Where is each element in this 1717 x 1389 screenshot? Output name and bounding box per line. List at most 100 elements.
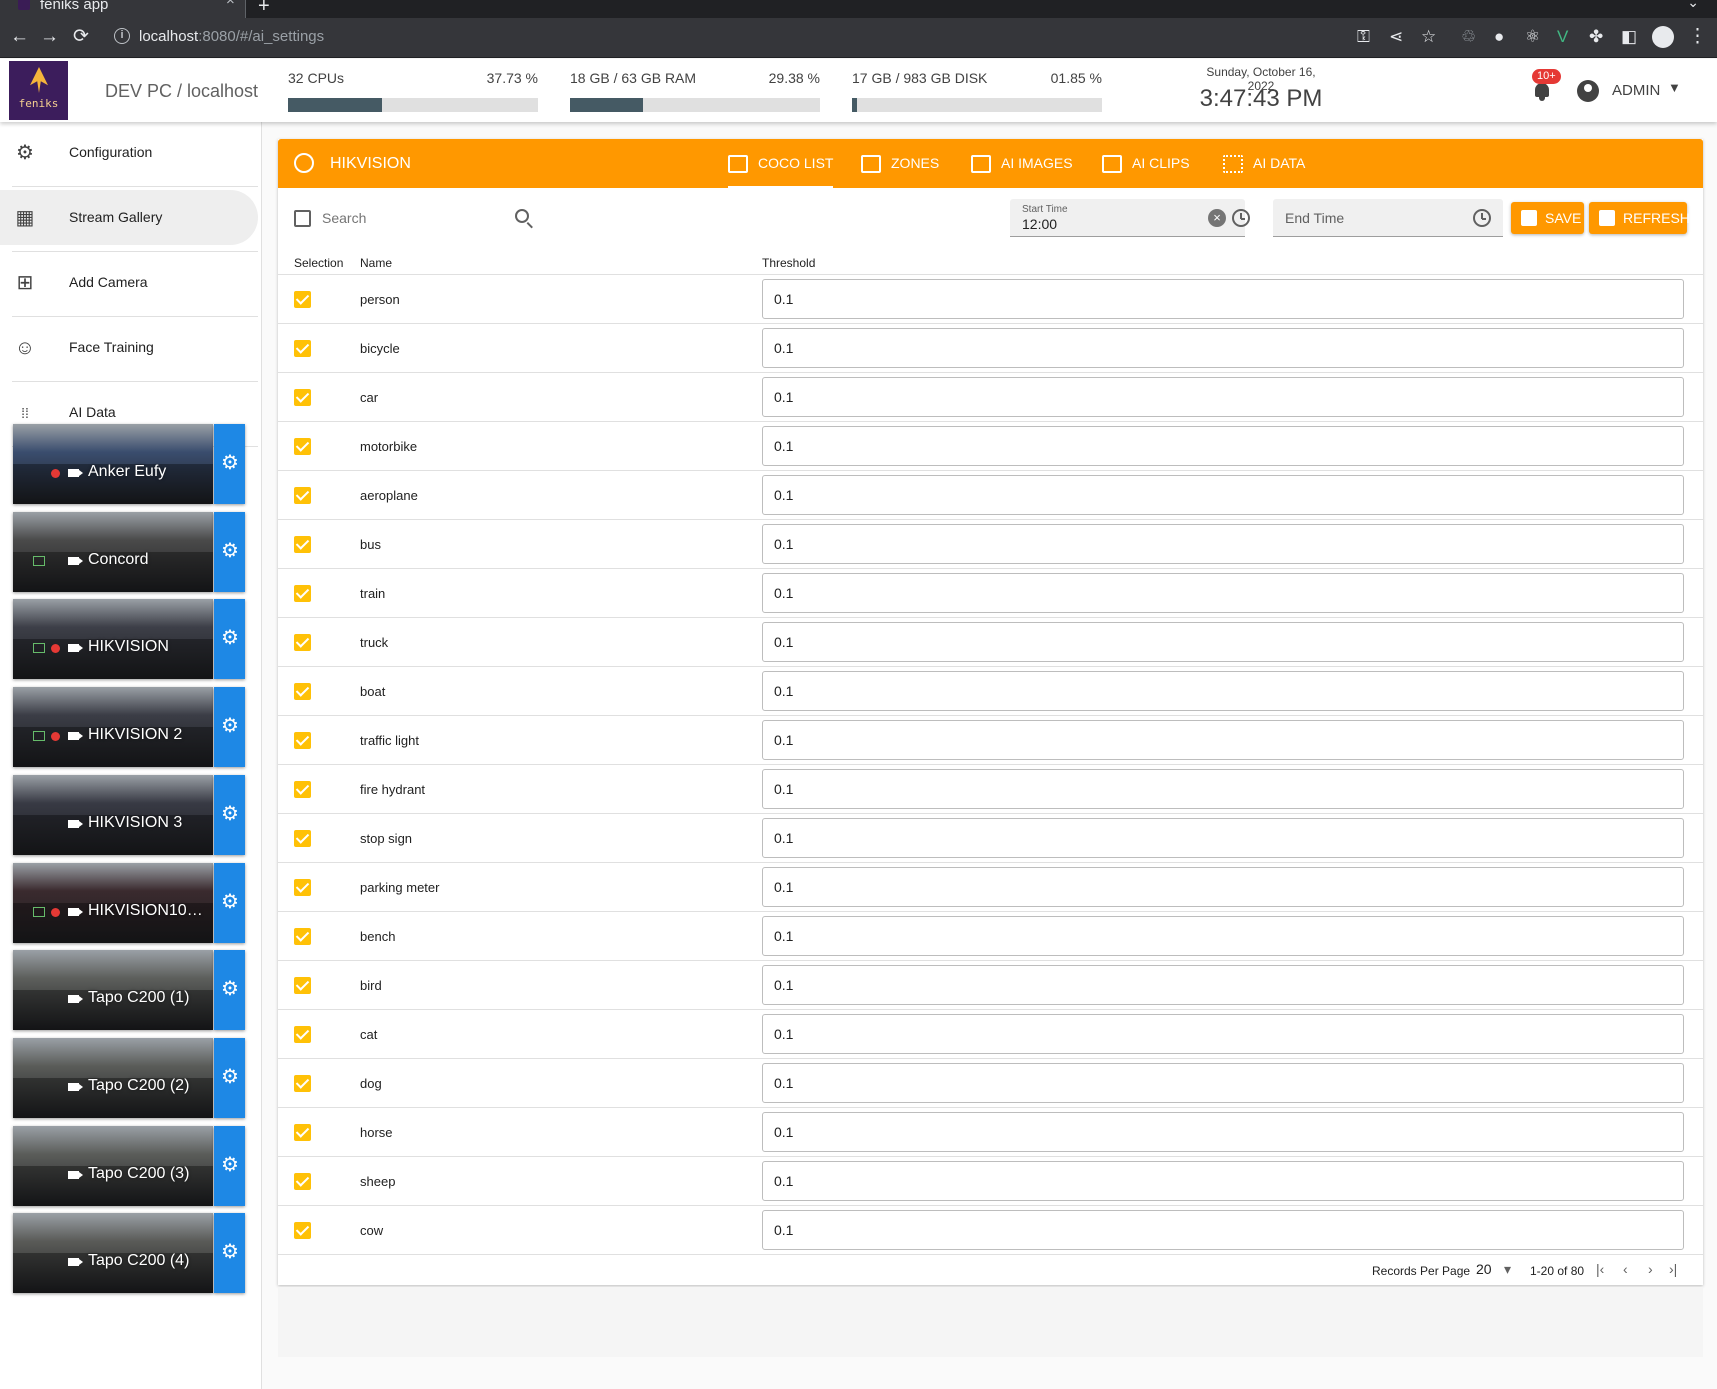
threshold-input[interactable] — [762, 1112, 1684, 1152]
threshold-input[interactable] — [762, 573, 1684, 613]
camera-thumbnail[interactable]: Tapo C200 (1) — [13, 950, 213, 1031]
tab-coco-list[interactable]: COCO LIST — [728, 139, 834, 188]
row-checkbox[interactable] — [294, 1173, 311, 1190]
clock-icon[interactable] — [1473, 209, 1491, 227]
notifications-bell-icon[interactable] — [1532, 81, 1552, 101]
column-header-selection[interactable]: Selection — [294, 256, 343, 270]
row-checkbox[interactable] — [294, 732, 311, 749]
row-checkbox[interactable] — [294, 977, 311, 994]
search-icon[interactable] — [515, 209, 529, 223]
threshold-input[interactable] — [762, 426, 1684, 466]
threshold-input[interactable] — [762, 377, 1684, 417]
search-input[interactable] — [322, 202, 482, 234]
row-checkbox[interactable] — [294, 879, 311, 896]
address-bar[interactable]: localhost:8080/#/ai_settings — [139, 28, 324, 46]
last-page-icon[interactable]: ›| — [1669, 1261, 1677, 1277]
camera-card[interactable]: Tapo C200 (4) ⚙ — [13, 1213, 245, 1294]
camera-thumbnail[interactable]: HIKVISION 3 — [13, 774, 213, 855]
camera-card[interactable]: Tapo C200 (3) ⚙ — [13, 1125, 245, 1206]
camera-card[interactable]: Tapo C200 (2) ⚙ — [13, 1037, 245, 1118]
camera-card[interactable]: HIKVISION 3 ⚙ — [13, 774, 245, 855]
row-checkbox[interactable] — [294, 781, 311, 798]
threshold-input[interactable] — [762, 916, 1684, 956]
profile-avatar-icon[interactable] — [1652, 26, 1674, 48]
sidebar-item-face-training[interactable]: ☺ Face Training — [0, 320, 261, 375]
camera-thumbnail[interactable]: Tapo C200 (4) — [13, 1213, 213, 1294]
camera-settings-button[interactable]: ⚙ — [214, 511, 245, 592]
account-circle-icon[interactable] — [1577, 80, 1599, 102]
first-page-icon[interactable]: |‹ — [1596, 1261, 1604, 1277]
tab-ai-images[interactable]: AI IMAGES — [971, 139, 1073, 188]
threshold-input[interactable] — [762, 279, 1684, 319]
reload-icon[interactable]: ⟳ — [73, 27, 89, 47]
refresh-button[interactable]: REFRESH — [1589, 202, 1690, 234]
save-button[interactable]: SAVE — [1511, 202, 1584, 234]
camera-thumbnail[interactable]: Concord — [13, 511, 213, 592]
tab-zones[interactable]: ZONES — [861, 139, 939, 188]
camera-settings-button[interactable]: ⚙ — [214, 1037, 245, 1118]
camera-card[interactable]: Anker Eufy ⚙ — [13, 424, 245, 504]
select-all-checkbox[interactable] — [294, 210, 311, 227]
side-panel-icon[interactable]: ◧ — [1621, 27, 1637, 47]
extension-recycle-icon[interactable]: ♲ — [1461, 27, 1476, 47]
row-checkbox[interactable] — [294, 585, 311, 602]
chevron-down-icon[interactable]: ▾ — [1504, 1261, 1511, 1278]
records-per-page-select[interactable]: 20 — [1476, 1261, 1492, 1277]
extension-react-icon[interactable]: ⚛ — [1525, 27, 1540, 47]
threshold-input[interactable] — [762, 328, 1684, 368]
camera-card[interactable]: Tapo C200 (1) ⚙ — [13, 950, 245, 1031]
end-time-field[interactable]: End Time — [1273, 199, 1503, 237]
row-checkbox[interactable] — [294, 438, 311, 455]
new-tab-icon[interactable]: + — [258, 0, 270, 18]
bookmark-star-icon[interactable]: ☆ — [1421, 27, 1436, 47]
camera-thumbnail[interactable]: HIKVISION10… — [13, 862, 213, 943]
clear-icon[interactable]: × — [1208, 209, 1226, 227]
threshold-input[interactable] — [762, 475, 1684, 515]
row-checkbox[interactable] — [294, 830, 311, 847]
camera-card[interactable]: HIKVISION ⚙ — [13, 599, 245, 680]
sidebar-item-configuration[interactable]: ⚙ Configuration — [0, 125, 261, 180]
row-checkbox[interactable] — [294, 1026, 311, 1043]
camera-thumbnail[interactable]: HIKVISION 2 — [13, 687, 213, 768]
threshold-input[interactable] — [762, 1063, 1684, 1103]
row-checkbox[interactable] — [294, 928, 311, 945]
threshold-input[interactable] — [762, 1161, 1684, 1201]
camera-thumbnail[interactable]: Tapo C200 (3) — [13, 1125, 213, 1206]
threshold-input[interactable] — [762, 671, 1684, 711]
close-tab-icon[interactable]: × — [226, 0, 235, 8]
camera-settings-button[interactable]: ⚙ — [214, 1213, 245, 1294]
threshold-input[interactable] — [762, 1210, 1684, 1250]
user-name[interactable]: ADMIN — [1612, 82, 1660, 99]
row-checkbox[interactable] — [294, 1075, 311, 1092]
tab-ai-data[interactable]: AI DATA — [1223, 139, 1305, 188]
next-page-icon[interactable]: › — [1648, 1261, 1653, 1277]
start-time-field[interactable]: Start Time 12:00 × — [1010, 199, 1250, 237]
camera-settings-button[interactable]: ⚙ — [214, 687, 245, 768]
extension-circle-icon[interactable]: ● — [1494, 27, 1504, 47]
row-checkbox[interactable] — [294, 536, 311, 553]
camera-settings-button[interactable]: ⚙ — [214, 774, 245, 855]
camera-card[interactable]: HIKVISION10… ⚙ — [13, 862, 245, 943]
back-icon[interactable]: ← — [10, 27, 29, 47]
row-checkbox[interactable] — [294, 1222, 311, 1239]
threshold-input[interactable] — [762, 622, 1684, 662]
camera-settings-button[interactable]: ⚙ — [214, 599, 245, 680]
row-checkbox[interactable] — [294, 389, 311, 406]
camera-settings-button[interactable]: ⚙ — [214, 950, 245, 1031]
row-checkbox[interactable] — [294, 487, 311, 504]
threshold-input[interactable] — [762, 867, 1684, 907]
column-header-threshold[interactable]: Threshold — [762, 256, 815, 270]
key-icon[interactable]: ⚿ — [1357, 27, 1370, 47]
tab-ai-clips[interactable]: AI CLIPS — [1102, 139, 1190, 188]
extension-vue-icon[interactable]: V — [1557, 27, 1568, 47]
camera-card[interactable]: Concord ⚙ — [13, 511, 245, 592]
row-checkbox[interactable] — [294, 340, 311, 357]
threshold-input[interactable] — [762, 720, 1684, 760]
sidebar-item-add-camera[interactable]: ⊞ Add Camera — [0, 255, 261, 310]
previous-page-icon[interactable]: ‹ — [1623, 1261, 1628, 1277]
extensions-puzzle-icon[interactable]: ✤ — [1589, 27, 1603, 47]
row-checkbox[interactable] — [294, 634, 311, 651]
feniks-logo[interactable]: feniks — [9, 61, 68, 120]
threshold-input[interactable] — [762, 769, 1684, 809]
camera-settings-button[interactable]: ⚙ — [214, 424, 245, 504]
